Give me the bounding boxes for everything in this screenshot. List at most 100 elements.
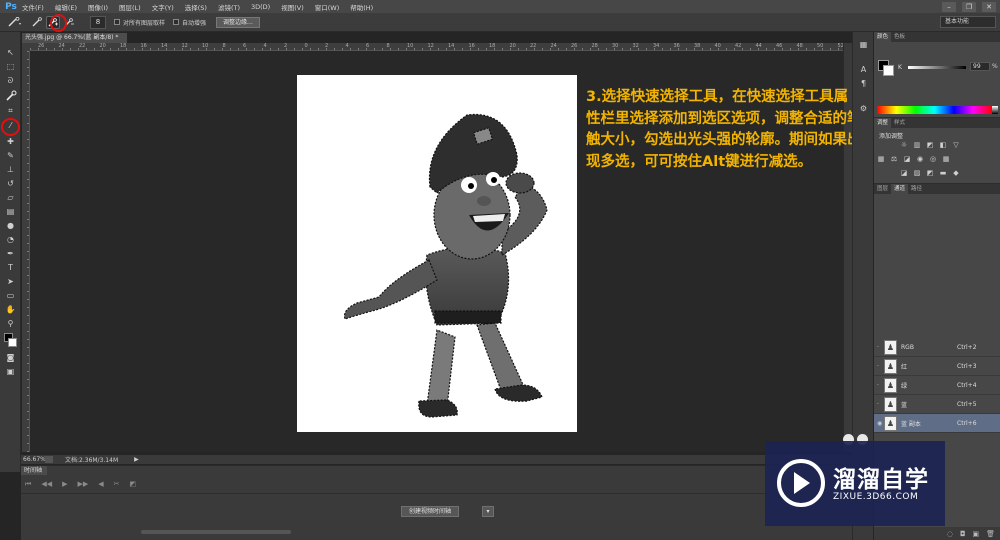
document-tab[interactable]: 光头强.jpg @ 66.7%(蓝 副本/8) * bbox=[22, 33, 127, 43]
gradient-map-icon[interactable]: ▬ bbox=[939, 169, 947, 177]
document-canvas[interactable] bbox=[297, 75, 577, 432]
threshold-icon[interactable]: ◩ bbox=[926, 169, 934, 177]
invert-icon[interactable]: ◪ bbox=[900, 169, 908, 177]
menu-3d[interactable]: 3D(D) bbox=[251, 3, 270, 11]
hue-saturation-icon[interactable]: ▦ bbox=[877, 155, 885, 163]
photo-filter-icon[interactable]: ◉ bbox=[916, 155, 924, 163]
channel-row-red[interactable]: · ♟ 红 Ctrl+3 bbox=[874, 357, 1000, 376]
bw-ramp[interactable] bbox=[992, 106, 998, 114]
color-spectrum[interactable] bbox=[877, 106, 992, 114]
black-white-icon[interactable]: ◪ bbox=[903, 155, 911, 163]
auto-enhance-checkbox[interactable] bbox=[173, 19, 180, 25]
gradient-icon[interactable]: ▤ bbox=[3, 206, 18, 218]
brush-tool-icon[interactable]: ✎ bbox=[3, 150, 18, 162]
tab-swatches[interactable]: 色板 bbox=[891, 32, 908, 42]
screen-mode-icon[interactable]: ▣ bbox=[3, 366, 18, 378]
close-icon[interactable]: ✕ bbox=[982, 1, 996, 12]
hand-tool-icon[interactable]: ✋ bbox=[3, 304, 18, 316]
timeline-scrollbar[interactable] bbox=[141, 530, 291, 534]
character-panel-icon[interactable]: A bbox=[858, 65, 869, 75]
move-tool-icon[interactable]: ↖ bbox=[3, 47, 18, 59]
visibility-icon[interactable]: · bbox=[874, 344, 884, 351]
brightness-icon[interactable]: ☼ bbox=[900, 141, 908, 149]
menu-layer[interactable]: 图层(L) bbox=[119, 2, 141, 12]
background-color-swatch[interactable] bbox=[8, 338, 17, 347]
quick-selection-tool-icon[interactable] bbox=[3, 90, 18, 102]
split-icon[interactable]: ✂ bbox=[114, 480, 120, 489]
menu-edit[interactable]: 编辑(E) bbox=[55, 2, 77, 12]
menu-file[interactable]: 文件(F) bbox=[22, 2, 44, 12]
workspace-select[interactable]: 基本功能 bbox=[940, 16, 996, 28]
next-frame-icon[interactable]: ▶▶ bbox=[77, 480, 88, 489]
menu-view[interactable]: 视图(V) bbox=[281, 2, 304, 12]
menu-select[interactable]: 选择(S) bbox=[185, 2, 207, 12]
healing-brush-icon[interactable]: ✚ bbox=[3, 136, 18, 148]
crop-tool-icon[interactable]: ⌗ bbox=[3, 105, 18, 117]
rectangle-tool-icon[interactable]: ▭ bbox=[3, 290, 18, 302]
history-panel-icon[interactable]: ▦ bbox=[858, 40, 869, 50]
tab-styles[interactable]: 样式 bbox=[891, 118, 908, 128]
type-tool-icon[interactable]: T bbox=[3, 262, 18, 274]
exposure-icon[interactable]: ◧ bbox=[939, 141, 947, 149]
new-channel-icon[interactable]: ▣ bbox=[972, 530, 979, 538]
k-slider[interactable] bbox=[908, 66, 966, 69]
status-info-icon[interactable] bbox=[45, 456, 53, 463]
levels-icon[interactable]: ▥ bbox=[913, 141, 921, 149]
path-selection-icon[interactable]: ➤ bbox=[3, 276, 18, 288]
channel-mixer-icon[interactable]: ◎ bbox=[929, 155, 937, 163]
color-balance-icon[interactable]: ⚖ bbox=[890, 155, 898, 163]
pen-tool-icon[interactable]: ✒ bbox=[3, 248, 18, 260]
load-channel-as-selection-icon[interactable]: ◌ bbox=[947, 530, 953, 538]
play-icon[interactable]: ▶ bbox=[62, 480, 67, 489]
timeline-mode-dropdown-icon[interactable]: ▾ bbox=[482, 506, 494, 517]
curves-icon[interactable]: ◩ bbox=[926, 141, 934, 149]
paragraph-panel-icon[interactable]: ¶ bbox=[858, 79, 869, 89]
channel-row-blue-copy[interactable]: ◉ ♟ 蓝 副本 Ctrl+6 bbox=[874, 414, 1000, 433]
tool-presets-icon[interactable]: ⚙ bbox=[858, 104, 869, 114]
timeline-tab[interactable]: 时间轴 bbox=[21, 466, 47, 475]
tab-channels[interactable]: 通道 bbox=[891, 184, 909, 194]
eyedropper-tool-icon[interactable]: ⁄ bbox=[3, 120, 18, 132]
sample-all-layers-checkbox[interactable] bbox=[114, 19, 120, 25]
previous-frame-icon[interactable]: ◀◀ bbox=[41, 480, 52, 489]
visibility-icon[interactable]: · bbox=[874, 382, 884, 389]
transition-icon[interactable]: ◩ bbox=[130, 480, 137, 489]
selective-color-icon[interactable]: ◆ bbox=[952, 169, 960, 177]
save-selection-as-channel-icon[interactable]: ◘ bbox=[960, 530, 966, 538]
lasso-tool-icon[interactable]: ᘐ bbox=[3, 75, 18, 87]
tab-color[interactable]: 颜色 bbox=[874, 32, 892, 42]
tab-layers[interactable]: 图层 bbox=[874, 184, 891, 194]
tool-preset-picker[interactable] bbox=[0, 17, 30, 27]
color-lookup-icon[interactable]: ▦ bbox=[942, 155, 950, 163]
refine-edge-button[interactable]: 调整边缘... bbox=[216, 16, 260, 28]
dodge-icon[interactable]: ◔ bbox=[3, 234, 18, 246]
blur-icon[interactable]: ● bbox=[3, 220, 18, 232]
status-menu-arrow-icon[interactable]: ▶ bbox=[134, 456, 139, 463]
channel-row-rgb[interactable]: · ♟ RGB Ctrl+2 bbox=[874, 338, 1000, 357]
menu-filter[interactable]: 滤镜(T) bbox=[218, 2, 240, 12]
delete-channel-icon[interactable]: 🗑 bbox=[986, 530, 995, 538]
restore-icon[interactable]: ❐ bbox=[962, 1, 976, 12]
menu-type[interactable]: 文字(Y) bbox=[152, 2, 174, 12]
audio-icon[interactable]: ◀ bbox=[98, 480, 103, 489]
go-to-first-frame-icon[interactable]: ⏮ bbox=[25, 480, 31, 489]
marquee-tool-icon[interactable]: ⬚ bbox=[3, 61, 18, 73]
visibility-icon[interactable]: · bbox=[874, 363, 884, 370]
tab-paths[interactable]: 路径 bbox=[908, 184, 925, 194]
menu-image[interactable]: 图像(I) bbox=[88, 2, 108, 12]
k-value-field[interactable]: 99 bbox=[970, 62, 990, 71]
vibrance-icon[interactable]: ▽ bbox=[952, 141, 960, 149]
quick-mask-icon[interactable]: ◙ bbox=[3, 352, 18, 364]
create-video-timeline-button[interactable]: 创建视频时间轴 bbox=[401, 506, 460, 517]
minimize-icon[interactable]: – bbox=[942, 1, 956, 12]
history-brush-icon[interactable]: ↺ bbox=[3, 178, 18, 190]
brush-size-picker[interactable]: 8 bbox=[90, 15, 106, 29]
posterize-icon[interactable]: ▨ bbox=[913, 169, 921, 177]
eraser-icon[interactable]: ▱ bbox=[3, 192, 18, 204]
zoom-tool-icon[interactable]: ⚲ bbox=[3, 318, 18, 330]
visibility-icon[interactable]: · bbox=[874, 401, 884, 408]
channel-row-green[interactable]: · ♟ 绿 Ctrl+4 bbox=[874, 376, 1000, 395]
new-selection-mode-button[interactable] bbox=[30, 16, 44, 29]
tab-adjustments[interactable]: 调整 bbox=[874, 118, 892, 128]
menu-window[interactable]: 窗口(W) bbox=[315, 2, 340, 12]
